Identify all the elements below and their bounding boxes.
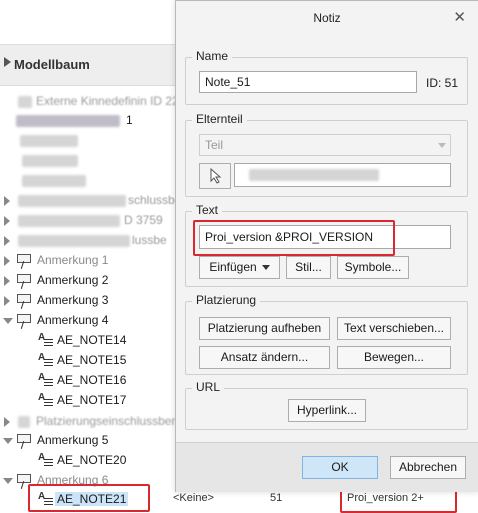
- annotation-icon: [16, 253, 34, 269]
- tree-toolbar: [0, 0, 175, 44]
- tree-item-ae-note20[interactable]: AE_NOTE20: [0, 451, 175, 471]
- status-column-2: 51: [270, 492, 283, 504]
- note-icon: [38, 352, 54, 367]
- annotation-icon: [16, 433, 34, 449]
- cursor-arrow-icon: [210, 168, 222, 184]
- annotation-icon: [16, 313, 34, 329]
- note-icon: [38, 452, 54, 467]
- expand-arrow-icon[interactable]: [4, 216, 10, 226]
- collapse-arrow-icon[interactable]: [3, 318, 13, 324]
- model-tree-header[interactable]: Modellbaum: [0, 44, 175, 86]
- collapse-arrow-icon[interactable]: [4, 57, 11, 67]
- status-column-1: <Keine>: [173, 492, 214, 504]
- tree-item[interactable]: [0, 171, 175, 191]
- tree-item[interactable]: [0, 131, 175, 151]
- chevron-down-icon: [438, 143, 446, 148]
- redacted-label: [22, 175, 86, 187]
- cancel-placement-button[interactable]: Platzierung aufheben: [199, 317, 330, 340]
- parent-select[interactable]: Teil: [199, 134, 451, 156]
- tree-item-placement[interactable]: Platzierungseinschlussber: [0, 412, 175, 432]
- name-input[interactable]: Note_51: [199, 71, 417, 93]
- redacted-label: [18, 235, 130, 247]
- parent-group-label: Elternteil: [192, 112, 247, 126]
- feature-icon: [18, 416, 30, 428]
- note-icon: [38, 372, 54, 387]
- highlight-box-text: [193, 220, 395, 256]
- note-icon: [38, 332, 54, 347]
- redacted-label: [16, 115, 120, 127]
- tree-item-anmerkung-5[interactable]: Anmerkung 5: [0, 431, 175, 451]
- tree-item-anmerkung-1[interactable]: Anmerkung 1: [0, 251, 175, 271]
- tree-item-anmerkung-4[interactable]: Anmerkung 4: [0, 311, 175, 331]
- expand-arrow-icon[interactable]: [4, 196, 10, 206]
- model-tree-title: Modellbaum: [14, 57, 90, 72]
- hyperlink-button[interactable]: Hyperlink...: [288, 399, 366, 422]
- tree-item[interactable]: [0, 151, 175, 171]
- insert-button-label: Einfügen: [209, 260, 257, 274]
- cancel-button[interactable]: Abbrechen: [390, 456, 466, 479]
- parent-reference-field[interactable]: [234, 163, 451, 187]
- url-group-label: URL: [192, 380, 225, 394]
- name-group-label: Name: [192, 49, 233, 63]
- expand-arrow-icon[interactable]: [4, 276, 10, 286]
- pick-parent-button[interactable]: [199, 163, 231, 189]
- redacted-label: [18, 195, 126, 207]
- expand-arrow-icon[interactable]: [4, 236, 10, 246]
- close-icon[interactable]: ✕: [453, 8, 466, 26]
- chevron-down-icon: [261, 265, 270, 271]
- expand-arrow-icon[interactable]: [4, 256, 10, 266]
- symbols-button[interactable]: Symbole...: [337, 256, 409, 279]
- tree-item-anmerkung-2[interactable]: Anmerkung 2: [0, 271, 175, 291]
- tree-item-ae-note17[interactable]: AE_NOTE17: [0, 391, 175, 411]
- placement-group-label: Platzierung: [192, 293, 261, 307]
- move-text-button[interactable]: Text verschieben...: [337, 317, 451, 340]
- style-button[interactable]: Stil...: [286, 256, 331, 279]
- dialog-title: Notiz: [313, 11, 341, 25]
- expand-arrow-icon[interactable]: [4, 296, 10, 306]
- ok-button[interactable]: OK: [302, 456, 378, 479]
- model-tree-panel: Modellbaum Externe Kinnedefinin ID 220 1…: [0, 0, 185, 513]
- change-attachment-button[interactable]: Ansatz ändern...: [199, 346, 330, 369]
- annotation-icon: [16, 273, 34, 289]
- expand-arrow-icon[interactable]: [4, 417, 10, 427]
- dialog-titlebar: Notiz ✕: [176, 1, 478, 35]
- redacted-label: [18, 215, 120, 227]
- feature-icon: [18, 96, 32, 108]
- parent-select-value: Teil: [205, 138, 224, 152]
- redacted-label: [22, 155, 78, 167]
- tree-item-ae-note14[interactable]: AE_NOTE14: [0, 331, 175, 351]
- collapse-arrow-icon[interactable]: [3, 438, 13, 444]
- tree-item-anmerkung-3[interactable]: Anmerkung 3: [0, 291, 175, 311]
- tree-item[interactable]: schlussbe: [0, 191, 181, 211]
- insert-dropdown-button[interactable]: Einfügen: [199, 256, 280, 279]
- collapse-arrow-icon[interactable]: [3, 478, 13, 484]
- redacted-label: [20, 135, 78, 147]
- tree-item[interactable]: lussbe: [0, 231, 175, 251]
- move-button[interactable]: Bewegen...: [337, 346, 451, 369]
- text-group-label: Text: [192, 203, 223, 217]
- annotation-icon: [16, 293, 34, 309]
- redacted-reference: [249, 169, 379, 181]
- tree-item[interactable]: 1: [0, 111, 175, 131]
- highlight-box-tree: [28, 484, 150, 512]
- note-icon: [38, 392, 54, 407]
- note-dialog: Notiz ✕ Name Note_51 ID: 51 Elternteil T…: [175, 0, 478, 492]
- id-label: ID: 51: [426, 76, 459, 90]
- tree-item[interactable]: Externe Kinnedefinin ID 220: [0, 92, 185, 112]
- tree-item-ae-note16[interactable]: AE_NOTE16: [0, 371, 175, 391]
- tree-item-ae-note15[interactable]: AE_NOTE15: [0, 351, 175, 371]
- tree-item[interactable]: D 3759: [0, 211, 175, 231]
